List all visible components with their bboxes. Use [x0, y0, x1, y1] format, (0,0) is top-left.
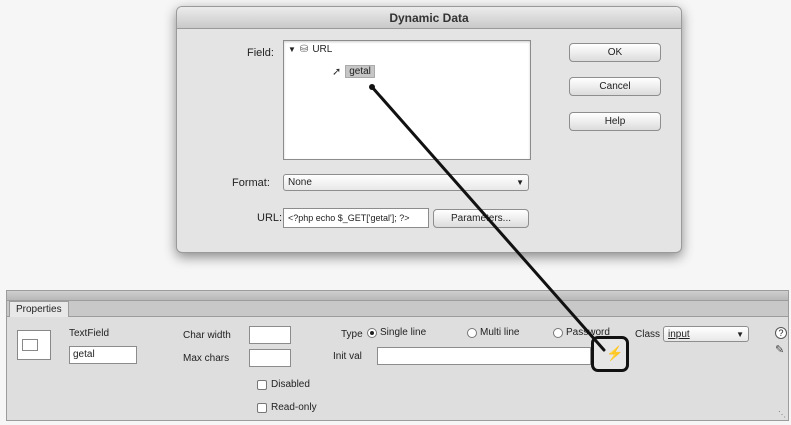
annotation-line: [369, 84, 606, 352]
